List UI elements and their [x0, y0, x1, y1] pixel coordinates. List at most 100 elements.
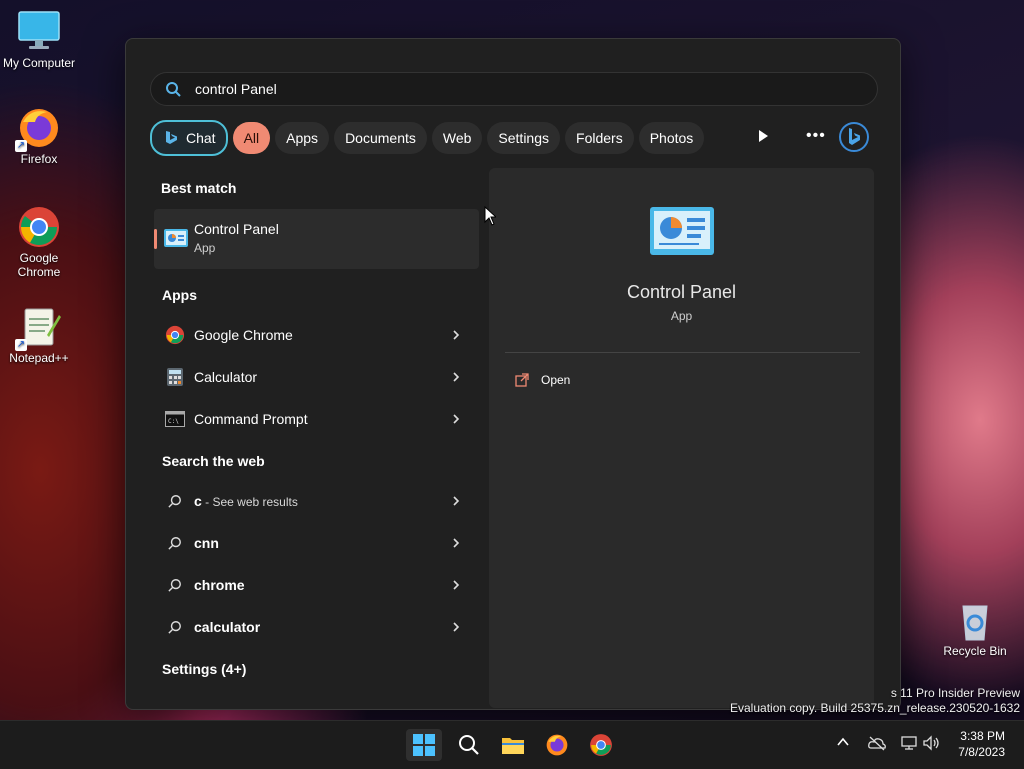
web-result-c[interactable]: c - See web results	[154, 480, 479, 522]
desktop-icon-recycle-bin[interactable]: Recycle Bin	[937, 598, 1013, 658]
shortcut-arrow-icon: ↗	[15, 339, 27, 351]
search-icon	[164, 490, 186, 512]
filter-chat[interactable]: Chat	[150, 120, 228, 156]
selection-accent	[154, 229, 157, 249]
filter-web[interactable]: Web	[431, 122, 483, 154]
start-button[interactable]	[406, 729, 442, 761]
chevron-right-icon[interactable]	[451, 414, 461, 424]
web-result-cnn[interactable]: cnn	[154, 522, 479, 564]
search-icon	[459, 735, 479, 755]
desktop-icon-label: Google Chrome	[17, 251, 61, 279]
search-icon	[166, 82, 181, 97]
chevron-up-icon[interactable]	[836, 735, 850, 749]
chevron-right-icon[interactable]	[451, 580, 461, 590]
taskbar-chrome[interactable]	[583, 729, 619, 761]
preview-app-type: App	[670, 309, 693, 323]
filter-all[interactable]: All	[232, 122, 271, 154]
control-panel-icon	[164, 229, 188, 247]
bing-icon[interactable]	[838, 121, 870, 153]
shortcut-arrow-icon: ↗	[15, 140, 27, 152]
chevron-right-icon[interactable]	[451, 538, 461, 548]
calculator-icon	[164, 366, 186, 388]
network-icon[interactable]	[900, 735, 918, 751]
preview-app-name: Control Panel	[626, 282, 737, 302]
chrome-icon	[17, 205, 61, 249]
preview-pane: Control Panel App Open	[489, 168, 874, 708]
filter-label: Chat	[186, 130, 216, 146]
filter-settings[interactable]: Settings	[487, 122, 561, 154]
more-options-icon[interactable]: •••	[806, 127, 826, 145]
divider	[505, 352, 860, 353]
app-result-calculator[interactable]: Calculator	[154, 356, 479, 398]
volume-icon[interactable]	[923, 735, 941, 751]
file-explorer-icon	[502, 738, 524, 754]
chevron-right-icon[interactable]	[451, 330, 461, 340]
desktop-icon-notepad-plus-plus[interactable]: ↗ Notepad++	[1, 305, 77, 365]
best-match-heading: Best match	[161, 180, 237, 196]
search-web-heading: Search the web	[162, 453, 265, 469]
taskbar-file-explorer[interactable]	[495, 729, 531, 761]
chevron-right-icon[interactable]	[451, 496, 461, 506]
firefox-icon: ↗	[15, 106, 61, 152]
open-external-icon	[515, 373, 529, 387]
best-match-item[interactable]: Control Panel App	[154, 209, 479, 269]
svg-text:C:\: C:\	[168, 418, 179, 425]
taskbar-firefox[interactable]	[539, 729, 575, 761]
web-result-label: cnn	[194, 535, 219, 551]
chevron-right-icon[interactable]	[451, 372, 461, 382]
chrome-icon	[590, 734, 612, 756]
start-icon	[413, 734, 435, 756]
web-result-calculator[interactable]: calculator	[154, 606, 479, 648]
filter-apps[interactable]: Apps	[275, 122, 330, 154]
search-input[interactable]	[193, 80, 797, 98]
taskbar-search-button[interactable]	[451, 729, 487, 761]
search-icon	[164, 532, 186, 554]
search-box[interactable]	[150, 72, 878, 106]
desktop-icon-label: My Computer	[2, 56, 76, 70]
best-match-type: App	[194, 241, 216, 255]
more-filters-play-icon[interactable]	[755, 128, 771, 144]
evaluation-watermark: s 11 Pro Insider Preview Evaluation copy…	[730, 686, 1020, 716]
desktop-icon-label: Notepad++	[9, 351, 69, 365]
filter-folders[interactable]: Folders	[565, 122, 634, 154]
desktop-icon-label: Firefox	[20, 152, 58, 166]
clock-date: 7/8/2023	[958, 745, 1005, 759]
web-query-suffix: - See web results	[201, 495, 298, 509]
watermark-line-2: Evaluation copy. Build 25375.zn_release.…	[730, 701, 1020, 715]
desktop-icon-google-chrome[interactable]: Google Chrome	[1, 205, 77, 279]
search-icon	[164, 574, 186, 596]
web-result-label: calculator	[194, 619, 261, 635]
taskbar: 3:38 PM 7/8/2023	[0, 720, 1024, 769]
watermark-line-1: s 11 Pro Insider Preview	[890, 686, 1020, 700]
filter-documents[interactable]: Documents	[334, 122, 427, 154]
taskbar-clock[interactable]: 3:38 PM 7/8/2023	[958, 728, 1005, 760]
app-result-command-prompt[interactable]: C:\ Command Prompt	[154, 398, 479, 440]
web-result-chrome[interactable]: chrome	[154, 564, 479, 606]
open-action-label: Open	[541, 373, 571, 387]
best-match-name: Control Panel	[194, 221, 279, 237]
filter-bar: Chat All Apps Documents Web Settings Fol…	[150, 120, 705, 156]
app-result-label: Command Prompt	[194, 411, 308, 427]
apps-heading: Apps	[162, 287, 197, 303]
bing-chat-icon	[166, 131, 177, 144]
settings-heading[interactable]: Settings (4+)	[162, 661, 246, 677]
open-action[interactable]: Open	[515, 373, 570, 387]
web-result-label: chrome	[194, 577, 245, 593]
app-result-label: Calculator	[194, 369, 258, 385]
desktop-icon-label: Recycle Bin	[943, 644, 1007, 658]
notepad-plus-plus-icon: ↗	[15, 305, 61, 351]
web-query: c	[194, 493, 202, 509]
chevron-right-icon[interactable]	[451, 622, 461, 632]
recycle-bin-icon	[953, 598, 997, 642]
chrome-icon	[164, 324, 186, 346]
app-result-google-chrome[interactable]: Google Chrome	[154, 314, 479, 356]
onedrive-offline-icon[interactable]	[868, 735, 886, 751]
app-result-label: Google Chrome	[194, 327, 293, 343]
desktop-icon-my-computer[interactable]: My Computer	[1, 10, 77, 70]
clock-time: 3:38 PM	[960, 729, 1005, 743]
desktop-icon-firefox[interactable]: ↗ Firefox	[1, 106, 77, 166]
firefox-icon	[546, 734, 568, 756]
search-icon	[164, 616, 186, 638]
filter-photos[interactable]: Photos	[638, 122, 705, 154]
start-search-panel: Chat All Apps Documents Web Settings Fol…	[125, 38, 901, 710]
